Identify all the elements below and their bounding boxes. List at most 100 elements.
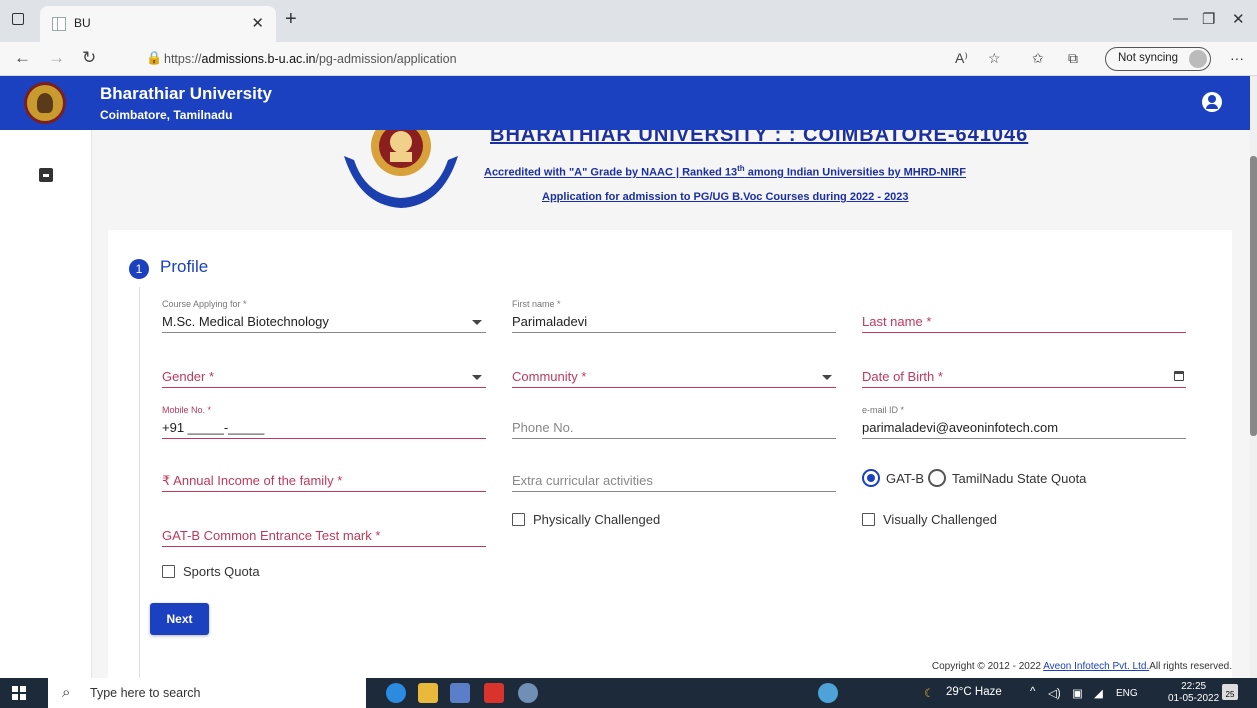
app-header: Bharathiar University Coimbatore, Tamiln… bbox=[0, 76, 1250, 130]
gatb-mark-field[interactable]: GAT-B Common Entrance Test mark * bbox=[162, 513, 486, 547]
visually-challenged-label: Visually Challenged bbox=[883, 512, 997, 527]
last-name-underline bbox=[862, 332, 1186, 333]
tab-actions-icon[interactable] bbox=[12, 13, 24, 25]
restore-icon[interactable]: ❐ bbox=[1202, 10, 1215, 28]
phone-field[interactable]: Phone No. bbox=[512, 405, 836, 439]
quota-option-tamilnadu-label: TamilNadu State Quota bbox=[952, 470, 1087, 486]
url-text[interactable]: https://admissions.b-u.ac.in/pg-admissio… bbox=[164, 52, 457, 66]
sports-quota-checkbox[interactable]: Sports Quota bbox=[162, 564, 260, 579]
aveon-link[interactable]: Aveon Infotech Pvt. Ltd. bbox=[1043, 661, 1149, 672]
windows-start-icon[interactable] bbox=[12, 686, 26, 700]
income-placeholder: ₹ Annual Income of the family * bbox=[162, 473, 343, 488]
url-bar[interactable]: 🔒 https://admissions.b-u.ac.in/pg-admiss… bbox=[140, 46, 960, 72]
tab-title: BU bbox=[74, 16, 91, 30]
weather-icon: ☾ bbox=[924, 688, 935, 700]
weather-text[interactable]: 29°C Haze bbox=[946, 686, 1002, 698]
income-underline bbox=[162, 491, 486, 492]
course-underline bbox=[162, 332, 486, 333]
address-toolbar: ← → ↻ 🔒 https://admissions.b-u.ac.in/pg-… bbox=[0, 42, 1257, 76]
gender-select[interactable]: Gender * bbox=[162, 354, 486, 388]
user-account-icon[interactable] bbox=[1202, 92, 1222, 112]
dob-placeholder: Date of Birth * bbox=[862, 369, 943, 384]
help-icon[interactable] bbox=[818, 683, 838, 703]
mobile-value: +91 _____-_____ bbox=[162, 420, 265, 435]
banner-title: BHARATHIAR UNIVERSITY : : COIMBATORE-641… bbox=[490, 130, 1029, 146]
physically-challenged-checkbox[interactable]: Physically Challenged bbox=[512, 512, 660, 527]
income-field[interactable]: ₹ Annual Income of the family * bbox=[162, 458, 486, 492]
anydesk-icon[interactable] bbox=[484, 683, 504, 703]
profile-sync-button[interactable]: Not syncing bbox=[1105, 47, 1211, 71]
clock-date: 01-05-2022 bbox=[1168, 693, 1220, 704]
phone-placeholder: Phone No. bbox=[512, 420, 574, 435]
tray-chevron-icon[interactable]: ^ bbox=[1030, 686, 1035, 698]
taskbar-search[interactable]: ⌕ Type here to search bbox=[48, 678, 366, 708]
favorites-icon[interactable]: ✩ bbox=[1032, 50, 1044, 67]
university-emblem bbox=[344, 130, 458, 208]
more-menu-icon[interactable]: ··· bbox=[1230, 50, 1244, 66]
quota-option-gatb-label: GAT-B bbox=[886, 470, 925, 486]
search-icon: ⌕ bbox=[62, 684, 71, 701]
scrollbar-thumb[interactable] bbox=[1250, 156, 1257, 436]
file-explorer-icon[interactable] bbox=[418, 683, 438, 703]
refresh-icon[interactable]: ↻ bbox=[82, 48, 96, 68]
visually-challenged-checkbox[interactable]: Visually Challenged bbox=[862, 512, 997, 527]
course-select[interactable]: Course Applying for * M.Sc. Medical Biot… bbox=[162, 299, 486, 333]
checkbox-icon[interactable] bbox=[512, 513, 525, 526]
last-name-field[interactable]: Last name * bbox=[862, 299, 1186, 333]
quota-radio-tamilnadu[interactable]: TamilNadu State Quota bbox=[928, 469, 1086, 487]
dob-underline bbox=[862, 387, 1186, 388]
back-icon[interactable]: ← bbox=[14, 48, 31, 68]
read-aloud-icon[interactable]: A⁾ bbox=[955, 50, 968, 67]
first-name-label: First name * bbox=[512, 299, 561, 309]
archive-icon[interactable] bbox=[39, 168, 53, 182]
language-indicator[interactable]: ENG bbox=[1116, 688, 1138, 699]
gatb-mark-placeholder: GAT-B Common Entrance Test mark * bbox=[162, 528, 381, 543]
mobile-field[interactable]: Mobile No. * +91 _____-_____ bbox=[162, 405, 486, 439]
minimize-icon[interactable]: — bbox=[1173, 10, 1188, 27]
sports-quota-label: Sports Quota bbox=[183, 564, 260, 579]
favorite-add-icon[interactable]: ☆ bbox=[988, 50, 1001, 67]
first-name-field[interactable]: First name * Parimaladevi bbox=[512, 299, 836, 333]
display-icon[interactable]: ▣ bbox=[1072, 686, 1083, 700]
taskbar-clock[interactable]: 22:25 01-05-2022 bbox=[1168, 681, 1219, 705]
step-number: 1 bbox=[129, 259, 149, 279]
close-window-icon[interactable]: ✕ bbox=[1232, 10, 1245, 28]
first-name-underline bbox=[512, 332, 836, 333]
clock-time: 22:25 bbox=[1181, 681, 1207, 692]
edge-app-icon[interactable] bbox=[386, 683, 406, 703]
community-underline bbox=[512, 387, 836, 388]
mobile-label: Mobile No. * bbox=[162, 405, 212, 415]
dob-field[interactable]: Date of Birth * bbox=[862, 354, 1186, 388]
mobile-underline bbox=[162, 438, 486, 439]
checkbox-icon[interactable] bbox=[862, 513, 875, 526]
tab-close-icon[interactable]: ✕ bbox=[251, 14, 264, 32]
course-value: M.Sc. Medical Biotechnology bbox=[162, 314, 329, 329]
radio-unselected-icon[interactable] bbox=[928, 469, 946, 487]
radio-selected-icon[interactable] bbox=[862, 469, 880, 487]
community-select[interactable]: Community * bbox=[512, 354, 836, 388]
email-label: e-mail ID * bbox=[862, 405, 905, 415]
site-info-icon[interactable]: 🔒 bbox=[146, 50, 162, 66]
email-underline bbox=[862, 438, 1186, 439]
university-name: Bharathiar University bbox=[100, 84, 272, 103]
sync-label: Not syncing bbox=[1118, 52, 1179, 64]
extra-curricular-field[interactable]: Extra curricular activities bbox=[512, 458, 836, 492]
browser-tab[interactable]: BU ✕ bbox=[40, 6, 276, 42]
calendar-icon[interactable] bbox=[1174, 371, 1184, 381]
page-favicon-icon bbox=[52, 17, 66, 31]
page-scrollbar[interactable] bbox=[1250, 76, 1257, 678]
email-field[interactable]: e-mail ID * parimaladevi@aveoninfotech.c… bbox=[862, 405, 1186, 439]
remote-desktop-icon[interactable] bbox=[450, 683, 470, 703]
new-tab-icon[interactable]: + bbox=[285, 8, 297, 31]
quota-radio-gatb[interactable]: GAT-B bbox=[862, 469, 924, 487]
notification-center-icon[interactable]: 25 bbox=[1222, 684, 1238, 700]
collections-icon[interactable]: ⧉ bbox=[1068, 50, 1078, 67]
university-logo bbox=[24, 82, 66, 124]
volume-icon[interactable]: ◁) bbox=[1048, 686, 1061, 700]
paint-icon[interactable] bbox=[518, 683, 538, 703]
network-icon[interactable]: ◢ bbox=[1094, 686, 1103, 700]
forward-icon[interactable]: → bbox=[48, 48, 65, 68]
checkbox-icon[interactable] bbox=[162, 565, 175, 578]
taskbar-search-placeholder: Type here to search bbox=[90, 686, 201, 700]
next-button[interactable]: Next bbox=[150, 603, 209, 635]
